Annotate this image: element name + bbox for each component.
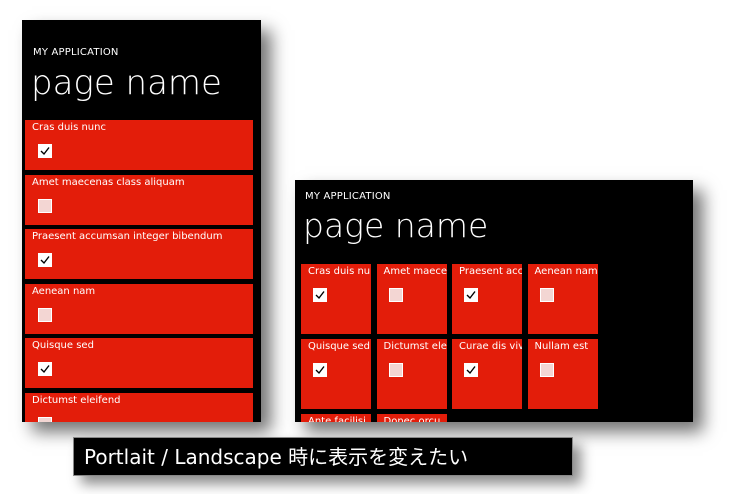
item-label: Dictumst eleifen — [383, 341, 447, 352]
list-item[interactable]: Cras duis nunc — [301, 264, 371, 334]
list-item[interactable]: Ante facilisi — [301, 414, 371, 422]
portrait-screen: MY APPLICATION page name Cras duis nunc A… — [22, 20, 261, 422]
item-label: Curae dis vivam — [459, 341, 522, 352]
checkmark-icon — [40, 147, 50, 156]
list-item[interactable]: Quisque sed — [25, 338, 253, 388]
checkbox-unchecked[interactable] — [388, 363, 403, 377]
checkbox-checked[interactable] — [464, 288, 478, 302]
checkbox-unchecked[interactable] — [388, 288, 403, 302]
checkbox-checked[interactable] — [464, 363, 478, 377]
checkbox-unchecked[interactable] — [539, 363, 554, 377]
item-label: Donec orcu — [383, 416, 441, 422]
list-item[interactable]: Praesent accum — [452, 264, 522, 334]
app-title: MY APPLICATION — [33, 47, 119, 58]
list-item[interactable]: Dictumst eleifend — [25, 392, 253, 422]
item-label: Dictumst eleifend — [32, 394, 121, 406]
item-label: Amet maecenas class aliquam — [32, 176, 185, 188]
item-label: Quisque sed — [308, 341, 370, 352]
item-label: Praesent accumsan integer bibendum — [32, 231, 223, 242]
list-item[interactable]: Dictumst eleifen — [376, 339, 447, 409]
checkbox-unchecked[interactable] — [38, 416, 52, 422]
checkbox-checked[interactable] — [38, 144, 52, 158]
checkbox-checked[interactable] — [38, 253, 52, 267]
page-title: page name — [31, 63, 222, 103]
list-item[interactable]: Donec orcu — [376, 414, 447, 422]
list-item[interactable]: Amet maecenas — [376, 264, 447, 334]
checkbox-unchecked[interactable] — [38, 307, 52, 322]
list-item[interactable]: Cras duis nunc — [25, 120, 253, 170]
checkmark-icon — [40, 365, 50, 374]
item-label: Aenean nam — [534, 266, 598, 277]
item-label: Nullam est — [534, 341, 589, 352]
item-label: Quisque sed — [32, 340, 94, 351]
checkmark-icon — [466, 366, 476, 375]
item-label: Cras duis nunc — [308, 266, 371, 277]
page-title: page name — [303, 206, 489, 245]
item-label: Ante facilisi — [308, 416, 366, 422]
app-title: MY APPLICATION — [305, 191, 391, 202]
list-item[interactable]: Amet maecenas class aliquam — [25, 174, 253, 225]
checkbox-checked[interactable] — [313, 363, 327, 377]
checkbox-unchecked[interactable] — [539, 288, 554, 302]
checkmark-icon — [315, 366, 325, 375]
checkbox-checked[interactable] — [313, 288, 327, 302]
checkmark-icon — [466, 291, 476, 300]
item-label: Praesent accum — [459, 266, 522, 277]
checkbox-unchecked[interactable] — [38, 198, 52, 213]
list-item[interactable]: Aenean nam — [25, 283, 253, 334]
list-item[interactable]: Curae dis vivam — [452, 339, 522, 409]
item-label: Amet maecenas — [383, 266, 447, 277]
checkmark-icon — [315, 291, 325, 300]
list-item[interactable]: Praesent accumsan integer bibendum — [25, 229, 253, 279]
checkmark-icon — [40, 256, 50, 265]
checkbox-checked[interactable] — [38, 362, 52, 376]
list-item[interactable]: Nullam est — [527, 339, 598, 409]
list-item[interactable]: Quisque sed — [301, 339, 371, 409]
landscape-screen: MY APPLICATION page name Cras duis nunc A… — [295, 180, 693, 422]
item-label: Aenean nam — [32, 285, 96, 297]
caption-banner: Portlait / Landscape 時に表示を変えたい — [73, 437, 573, 476]
item-label: Cras duis nunc — [32, 122, 106, 133]
list-item[interactable]: Aenean nam — [527, 264, 598, 334]
